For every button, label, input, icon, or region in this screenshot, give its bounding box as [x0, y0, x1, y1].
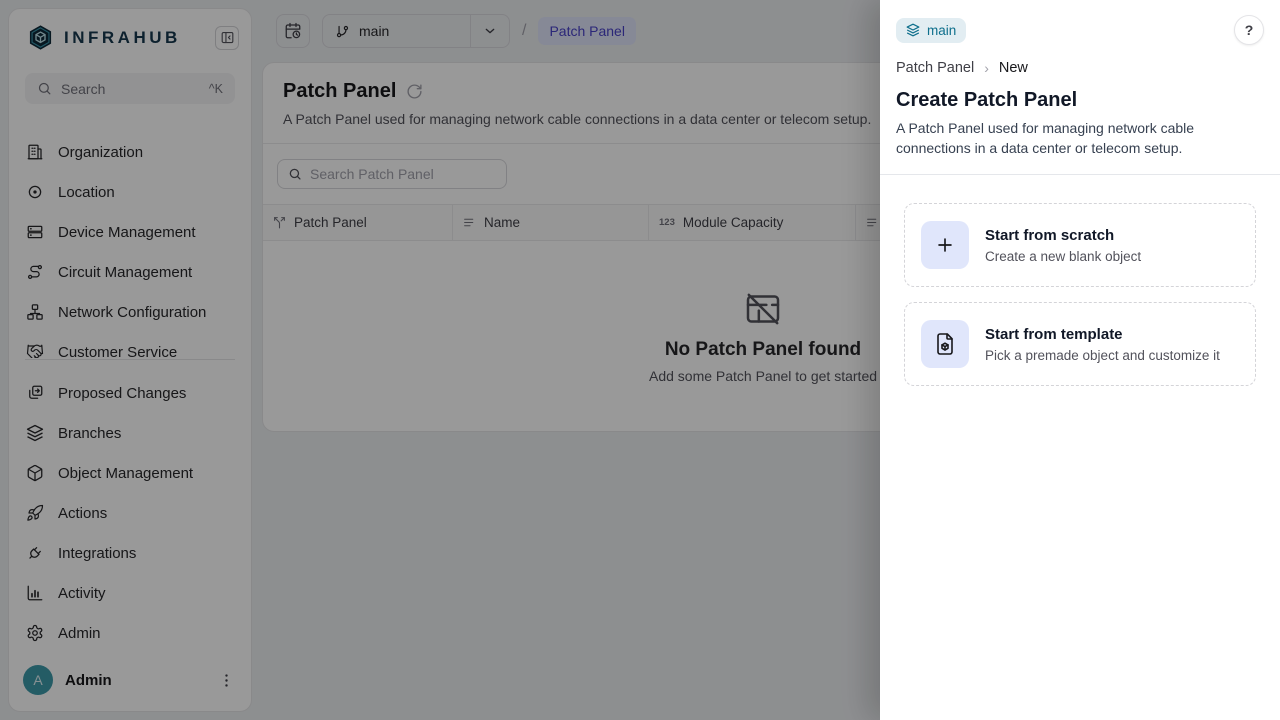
- drawer-title: Create Patch Panel: [896, 89, 1264, 112]
- branch-badge[interactable]: main: [896, 18, 966, 43]
- plus-icon: [934, 234, 956, 256]
- layers-icon: [906, 23, 920, 37]
- template-icon-tile: [921, 320, 969, 368]
- drawer-description: A Patch Panel used for managing network …: [896, 118, 1226, 158]
- option-subtitle: Pick a premade object and customize it: [985, 348, 1220, 363]
- plus-icon-tile: [921, 221, 969, 269]
- option-title: Start from scratch: [985, 227, 1141, 244]
- start-from-template-card[interactable]: Start from template Pick a premade objec…: [904, 302, 1256, 386]
- breadcrumb-parent[interactable]: Patch Panel: [896, 60, 974, 76]
- drawer-body: Start from scratch Create a new blank ob…: [880, 175, 1280, 414]
- drawer-breadcrumb: Patch Panel › New: [896, 60, 1264, 76]
- option-title: Start from template: [985, 326, 1220, 343]
- option-subtitle: Create a new blank object: [985, 249, 1141, 264]
- file-box-icon: [933, 332, 957, 356]
- start-from-scratch-card[interactable]: Start from scratch Create a new blank ob…: [904, 203, 1256, 287]
- drawer-header: main ? Patch Panel › New Create Patch Pa…: [880, 0, 1280, 175]
- chevron-right-icon: ›: [984, 60, 989, 76]
- branch-badge-label: main: [927, 23, 956, 38]
- create-patch-panel-drawer: main ? Patch Panel › New Create Patch Pa…: [880, 0, 1280, 720]
- help-button[interactable]: ?: [1234, 15, 1264, 45]
- breadcrumb-current: New: [999, 60, 1028, 76]
